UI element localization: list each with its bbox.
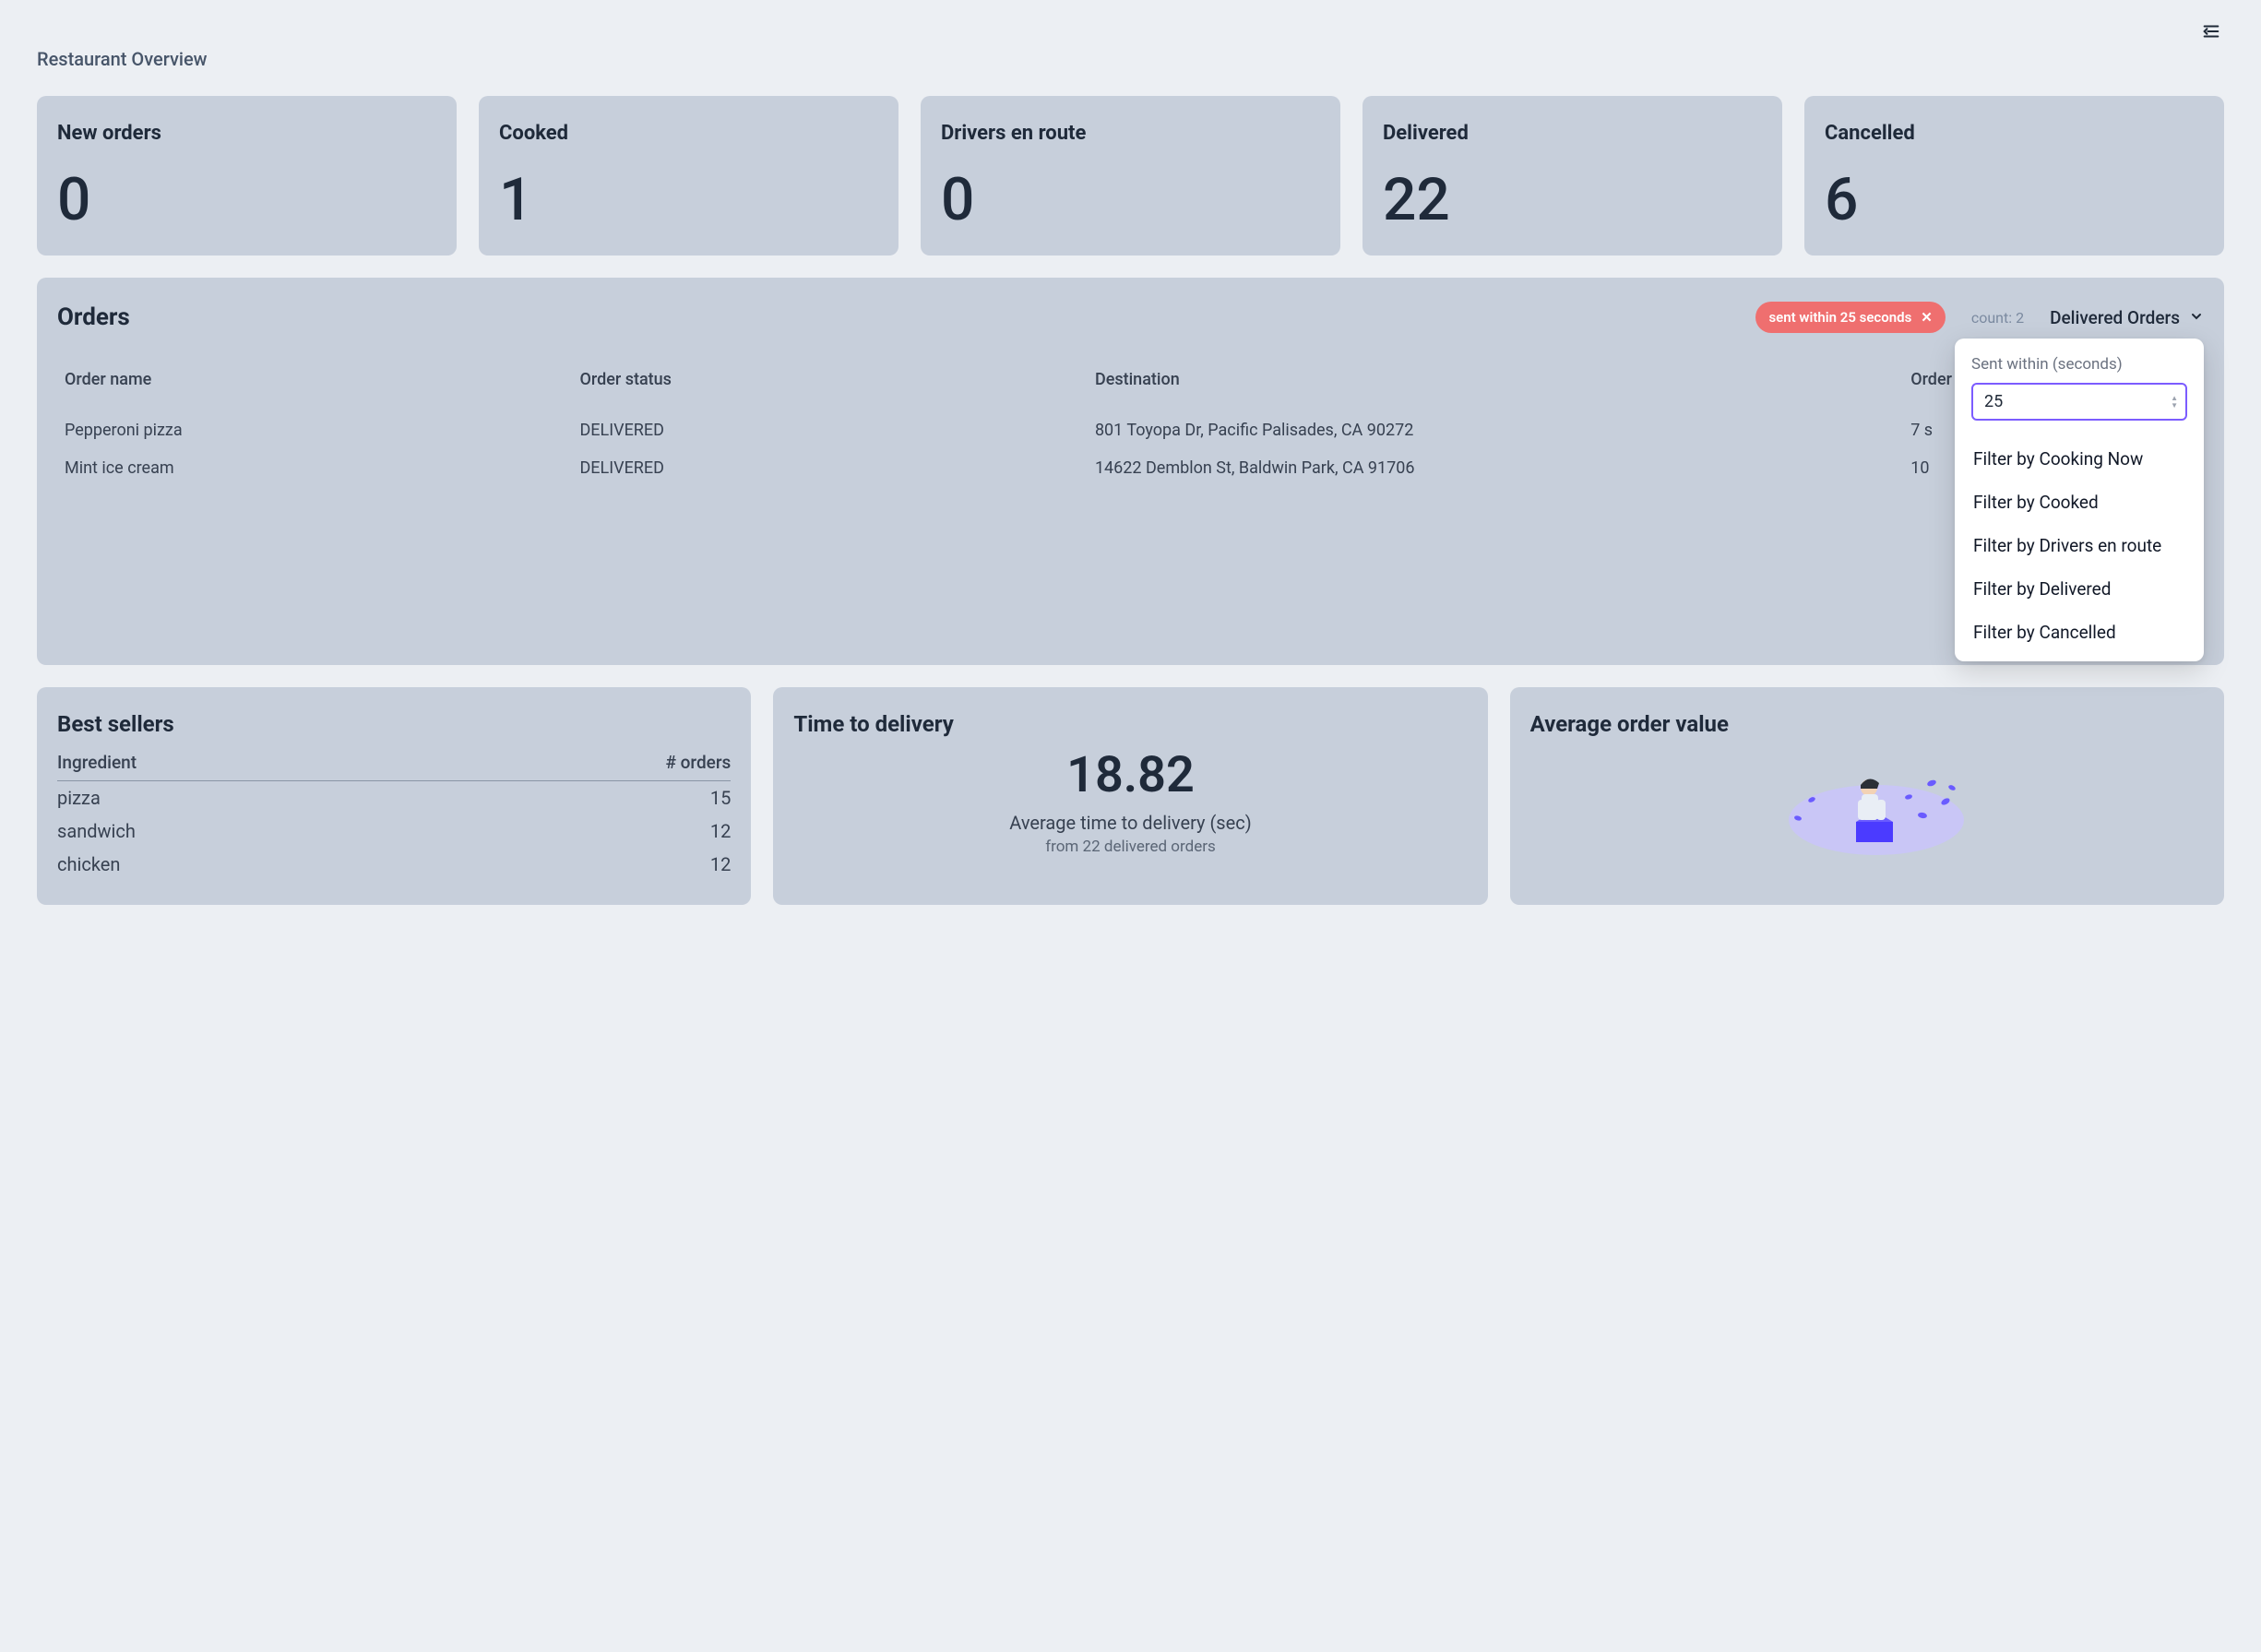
stat-value: 22 xyxy=(1383,171,1762,230)
cell-ingredient: chicken xyxy=(57,848,426,881)
ttd-sub: from 22 delivered orders xyxy=(793,838,1467,856)
menu-item-cooking-now[interactable]: Filter by Cooking Now xyxy=(1971,437,2187,481)
stat-value: 6 xyxy=(1825,171,2204,230)
stat-value: 0 xyxy=(57,171,436,230)
table-row: Pepperoni pizza DELIVERED 801 Toyopa Dr,… xyxy=(57,411,2204,449)
menu-item-drivers-en-route[interactable]: Filter by Drivers en route xyxy=(1971,524,2187,567)
dropdown-label: Delivered Orders xyxy=(2050,307,2180,328)
table-row: chicken 12 xyxy=(57,848,731,881)
time-to-delivery-panel: Time to delivery 18.82 Average time to d… xyxy=(773,687,1487,905)
average-order-value-panel: Average order value xyxy=(1510,687,2224,905)
table-row: pizza 15 xyxy=(57,781,731,815)
delivery-illustration xyxy=(1530,746,2204,857)
menu-item-delivered[interactable]: Filter by Delivered xyxy=(1971,567,2187,611)
col-header-order-status: Order status xyxy=(572,361,1087,411)
stat-label: Cooked xyxy=(499,122,878,145)
ttd-label: Average time to delivery (sec) xyxy=(793,812,1467,834)
stat-card-delivered: Delivered 22 xyxy=(1363,96,1782,256)
table-row: sandwich 12 xyxy=(57,814,731,848)
best-sellers-table: Ingredient # orders pizza 15 sandwich 12… xyxy=(57,746,731,881)
stat-label: New orders xyxy=(57,122,436,145)
ttd-title: Time to delivery xyxy=(793,711,1467,737)
cell-orders: 12 xyxy=(426,814,731,848)
collapse-panel-icon[interactable] xyxy=(2198,18,2224,44)
stat-label: Delivered xyxy=(1383,122,1762,145)
close-icon[interactable]: ✕ xyxy=(1921,309,1933,326)
cell-destination: 14622 Demblon St, Baldwin Park, CA 91706 xyxy=(1088,449,1903,487)
number-stepper-icon[interactable]: ▲▼ xyxy=(2171,395,2178,410)
filter-chip-label: sent within 25 seconds xyxy=(1768,309,1911,326)
best-sellers-title: Best sellers xyxy=(57,711,731,737)
stat-label: Drivers en route xyxy=(941,122,1320,145)
stat-label: Cancelled xyxy=(1825,122,2204,145)
menu-item-cancelled[interactable]: Filter by Cancelled xyxy=(1971,611,2187,654)
menu-item-cooked[interactable]: Filter by Cooked xyxy=(1971,481,2187,524)
page-title: Restaurant Overview xyxy=(37,48,2224,70)
stat-card-new-orders: New orders 0 xyxy=(37,96,457,256)
ttd-value: 18.82 xyxy=(793,746,1467,804)
cell-ingredient: pizza xyxy=(57,781,426,815)
stat-card-drivers-en-route: Drivers en route 0 xyxy=(921,96,1340,256)
table-row: Mint ice cream DELIVERED 14622 Demblon S… xyxy=(57,449,2204,487)
cell-order-name: Pepperoni pizza xyxy=(57,411,572,449)
col-header-order-name: Order name xyxy=(57,361,572,411)
cell-order-status: DELIVERED xyxy=(572,411,1087,449)
chevron-down-icon xyxy=(2189,307,2204,328)
filter-dropdown-menu: Sent within (seconds) 25 ▲▼ Filter by Co… xyxy=(1955,339,2204,661)
orders-panel: Orders sent within 25 seconds ✕ count: 2… xyxy=(37,278,2224,665)
cell-orders: 15 xyxy=(426,781,731,815)
sent-within-label: Sent within (seconds) xyxy=(1971,355,2187,374)
orders-count: count: 2 xyxy=(1971,309,2024,327)
cell-destination: 801 Toyopa Dr, Pacific Palisades, CA 902… xyxy=(1088,411,1903,449)
stat-value: 0 xyxy=(941,171,1320,230)
orders-table: Order name Order status Destination Orde… xyxy=(57,361,2204,487)
cell-orders: 12 xyxy=(426,848,731,881)
col-header-ingredient: Ingredient xyxy=(57,746,426,781)
col-header-num-orders: # orders xyxy=(426,746,731,781)
sent-within-input[interactable]: 25 ▲▼ xyxy=(1971,383,2187,421)
stat-card-cancelled: Cancelled 6 xyxy=(1804,96,2224,256)
stats-row: New orders 0 Cooked 1 Drivers en route 0… xyxy=(37,96,2224,256)
best-sellers-panel: Best sellers Ingredient # orders pizza 1… xyxy=(37,687,751,905)
filter-chip[interactable]: sent within 25 seconds ✕ xyxy=(1755,302,1945,333)
stat-card-cooked: Cooked 1 xyxy=(479,96,898,256)
cell-order-name: Mint ice cream xyxy=(57,449,572,487)
cell-order-status: DELIVERED xyxy=(572,449,1087,487)
orders-filter-dropdown[interactable]: Delivered Orders xyxy=(2050,307,2204,328)
sent-within-value: 25 xyxy=(1984,392,2003,411)
cell-ingredient: sandwich xyxy=(57,814,426,848)
stat-value: 1 xyxy=(499,171,878,230)
aov-title: Average order value xyxy=(1530,711,2204,737)
col-header-destination: Destination xyxy=(1088,361,1903,411)
orders-title: Orders xyxy=(57,303,1755,331)
